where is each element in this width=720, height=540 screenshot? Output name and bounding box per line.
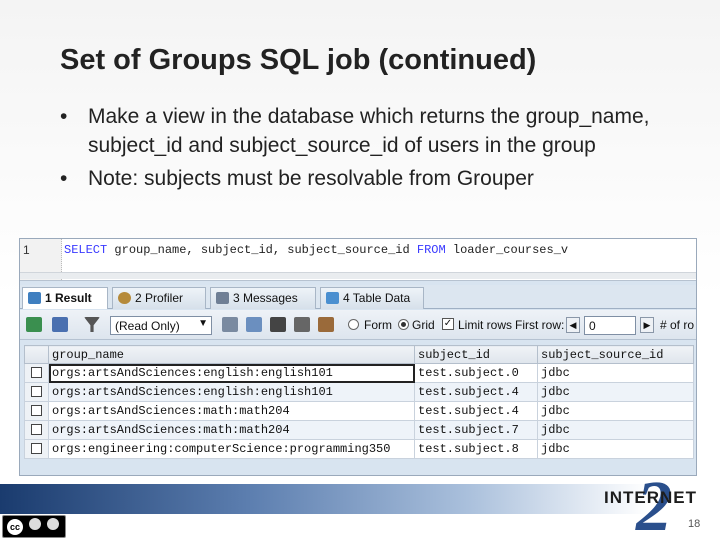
table-row[interactable]: orgs:artsAndSciences:math:math204 test.s… [24, 401, 694, 421]
copy-row-icon[interactable] [246, 317, 262, 332]
bullet-item: • Make a view in the database which retu… [58, 102, 658, 160]
sql-client-window: 1 SELECT group_name, subject_id, subject… [19, 238, 697, 476]
sql-columns: group_name, subject_id, subject_source_i… [107, 243, 417, 257]
grid-cell[interactable]: jdbc [537, 420, 694, 440]
mode-select-value: (Read Only) [115, 319, 180, 333]
row-checkbox[interactable] [24, 382, 49, 402]
grid-cell[interactable]: jdbc [537, 401, 694, 421]
grid-cell[interactable]: jdbc [537, 363, 694, 383]
row-checkbox[interactable] [24, 363, 49, 383]
line-number: 1 [23, 243, 30, 257]
tab-result[interactable]: 1 Result [22, 287, 108, 309]
table-data-icon [326, 292, 339, 304]
export-icon[interactable] [26, 317, 42, 332]
table-row[interactable]: orgs:artsAndSciences:english:english101 … [24, 363, 694, 383]
grid-cell[interactable]: orgs:artsAndSciences:math:math204 [48, 420, 415, 440]
grid-cell[interactable]: jdbc [537, 382, 694, 402]
page-number: 18 [688, 518, 701, 530]
save-icon[interactable] [270, 317, 286, 332]
first-row-value: 0 [589, 319, 596, 333]
first-row-label: First row: [515, 318, 565, 332]
tab-profiler[interactable]: 2 Profiler [112, 287, 206, 309]
row-selector-header [24, 345, 49, 364]
result-toolbar: (Read Only) ▼ Form Grid ✓ Limit rows Fir… [20, 310, 696, 340]
bullet-list: • Make a view in the database which retu… [58, 102, 658, 197]
cc-by-nc-icon: cc [2, 515, 66, 538]
delete-icon[interactable] [294, 317, 310, 332]
grid-cell[interactable]: jdbc [537, 439, 694, 459]
grid-cell[interactable]: test.subject.7 [414, 420, 538, 440]
messages-icon [216, 292, 229, 304]
tab-table-data[interactable]: 4 Table Data [320, 287, 424, 309]
limit-rows-checkbox[interactable]: ✓ [442, 318, 454, 330]
grid-cell[interactable]: orgs:artsAndSciences:english:english101 [48, 363, 415, 383]
tab-label: 1 Result [45, 291, 92, 305]
grid-cell[interactable]: orgs:artsAndSciences:english:english101 [48, 382, 415, 402]
filter-icon[interactable] [52, 317, 68, 332]
profiler-icon [118, 292, 131, 304]
bullet-item: • Note: subjects must be resolvable from… [58, 164, 658, 193]
column-header-subject-id[interactable]: subject_id [414, 345, 538, 364]
grid-cell[interactable]: test.subject.8 [414, 439, 538, 459]
grid-header-row: group_name subject_id subject_source_id [24, 345, 694, 364]
sql-code-line[interactable]: SELECT group_name, subject_id, subject_s… [64, 243, 568, 257]
grid-cell[interactable]: test.subject.4 [414, 401, 538, 421]
limit-rows-label: Limit rows [458, 318, 513, 332]
grid-cell[interactable]: orgs:engineering:computerScience:program… [48, 439, 415, 459]
nav-next-icon[interactable]: ▶ [640, 317, 654, 333]
form-radio[interactable] [348, 319, 359, 330]
grid-cell[interactable]: test.subject.0 [414, 363, 538, 383]
tab-label: 4 Table Data [343, 291, 411, 305]
table-row[interactable]: orgs:engineering:computerScience:program… [24, 439, 694, 459]
tab-label: 3 Messages [233, 291, 298, 305]
grid-radio[interactable] [398, 319, 409, 330]
row-checkbox[interactable] [24, 401, 49, 421]
sql-table: loader_courses_v [445, 243, 569, 257]
grid-label: Grid [412, 318, 435, 332]
rows-label: # of ro [660, 318, 695, 332]
bullet-dot: • [60, 105, 68, 128]
sql-editor[interactable]: 1 SELECT group_name, subject_id, subject… [20, 239, 696, 281]
result-grid-icon [28, 292, 41, 304]
table-row[interactable]: orgs:artsAndSciences:math:math204 test.s… [24, 420, 694, 440]
cancel-icon[interactable] [318, 317, 334, 332]
tab-label: 2 Profiler [135, 291, 184, 305]
editor-horizontal-scrollbar[interactable] [20, 272, 696, 279]
internet2-logo: INTERNET [604, 488, 697, 507]
bullet-text: Note: subjects must be resolvable from G… [88, 167, 534, 190]
bullet-text: Make a view in the database which return… [88, 105, 650, 157]
table-row[interactable]: orgs:artsAndSciences:english:english101 … [24, 382, 694, 402]
column-header-subject-source-id[interactable]: subject_source_id [537, 345, 694, 364]
row-checkbox[interactable] [24, 439, 49, 459]
column-header-group-name[interactable]: group_name [48, 345, 415, 364]
form-label: Form [364, 318, 392, 332]
nav-prev-icon[interactable]: ◀ [566, 317, 580, 333]
slide-title: Set of Groups SQL job (continued) [60, 44, 537, 76]
mode-select[interactable]: (Read Only) ▼ [110, 316, 212, 335]
grid-cell[interactable]: orgs:artsAndSciences:math:math204 [48, 401, 415, 421]
sql-keyword-from: FROM [416, 243, 446, 257]
row-checkbox[interactable] [24, 420, 49, 440]
chevron-down-icon: ▼ [198, 318, 208, 329]
sql-keyword-select: SELECT [64, 243, 108, 257]
bullet-dot: • [60, 167, 68, 190]
result-tab-bar: 1 Result 2 Profiler 3 Messages 4 Table D… [20, 285, 696, 309]
tab-messages[interactable]: 3 Messages [210, 287, 316, 309]
insert-row-icon[interactable] [222, 317, 238, 332]
first-row-input[interactable]: 0 [584, 316, 636, 335]
funnel-icon[interactable] [84, 317, 100, 332]
result-grid: group_name subject_id subject_source_id … [24, 345, 694, 459]
grid-cell[interactable]: test.subject.4 [414, 382, 538, 402]
